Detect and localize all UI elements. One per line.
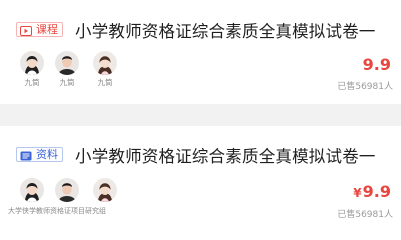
teacher-avatar	[20, 51, 44, 75]
currency-symbol: ¥	[353, 186, 362, 200]
price: 9.9	[362, 55, 391, 74]
teacher-avatar	[93, 178, 117, 202]
teacher-avatar	[20, 178, 44, 202]
price-value: 9.9	[362, 182, 391, 201]
teacher-name: 九筒	[24, 78, 40, 87]
teacher-item[interactable]: 九筒	[85, 51, 125, 88]
course-tag: 课程	[16, 22, 63, 37]
teacher-item[interactable]	[12, 178, 52, 202]
product-title[interactable]: 小学教师资格证综合素质全真模拟试卷一	[75, 18, 399, 42]
teacher-avatar	[55, 178, 79, 202]
teacher-name: 九筒	[97, 78, 113, 87]
sold-count: 已售56981人	[337, 210, 393, 220]
document-icon	[20, 150, 32, 160]
tag-label: 课程	[36, 23, 58, 36]
teacher-avatar	[55, 51, 79, 75]
video-play-icon	[20, 25, 32, 36]
material-tag: 资料	[16, 147, 63, 162]
sold-count: 已售56981人	[337, 82, 393, 92]
teacher-name: 九筒	[59, 78, 75, 87]
teacher-avatar	[93, 51, 117, 75]
teacher-item[interactable]: 九筒	[47, 51, 87, 88]
tag-label: 资料	[36, 148, 58, 161]
teacher-item[interactable]	[47, 178, 87, 202]
teacher-item[interactable]	[85, 178, 125, 202]
price: ¥9.9	[353, 182, 391, 201]
product-title[interactable]: 小学教师资格证综合素质全真模拟试卷一	[75, 143, 399, 167]
course-card[interactable]: 课程 小学教师资格证综合素质全真模拟试卷一 九筒 九筒 九筒 9.9 已售569…	[0, 0, 401, 104]
teacher-item[interactable]: 九筒	[12, 51, 52, 88]
teacher-org: 大学侠学教师资格证项目研究组	[8, 207, 106, 215]
